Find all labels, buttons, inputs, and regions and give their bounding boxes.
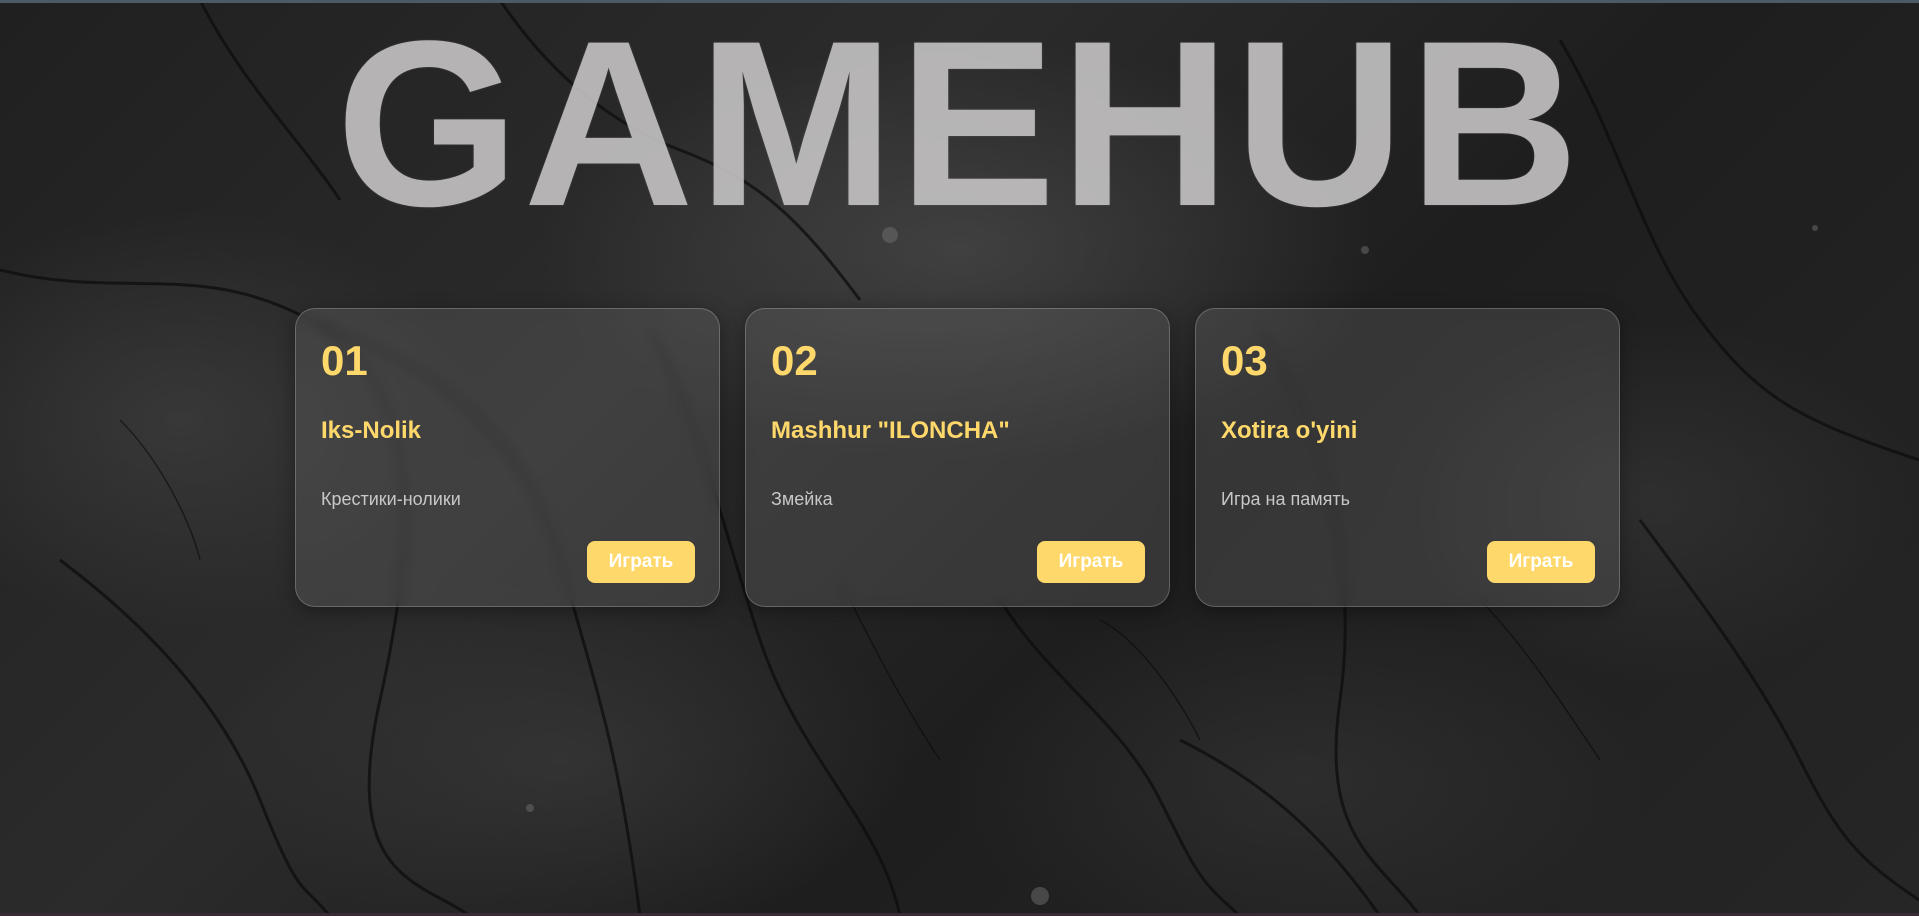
game-card: 01 Iks-Nolik Крестики-нолики Играть [295,308,720,607]
play-button[interactable]: Играть [587,541,695,583]
page-title: GAMEHUB [335,0,1584,256]
game-card: 03 Xotira o'yini Игра на память Играть [1195,308,1620,607]
card-number: 01 [321,337,368,384]
card-description: Змейка [771,489,833,509]
game-card: 02 Mashhur "ILONCHA" Змейка Играть [745,308,1170,607]
game-card-list: 01 Iks-Nolik Крестики-нолики Играть 02 M… [295,308,1620,607]
card-description: Игра на память [1221,489,1350,509]
card-number: 02 [771,337,818,384]
card-title: Mashhur "ILONCHA" [771,417,1010,444]
card-number: 03 [1221,337,1268,384]
card-title: Xotira o'yini [1221,417,1358,444]
card-title: Iks-Nolik [321,417,422,444]
card-description: Крестики-нолики [321,489,461,509]
play-button[interactable]: Играть [1487,541,1595,583]
play-button[interactable]: Играть [1037,541,1145,583]
